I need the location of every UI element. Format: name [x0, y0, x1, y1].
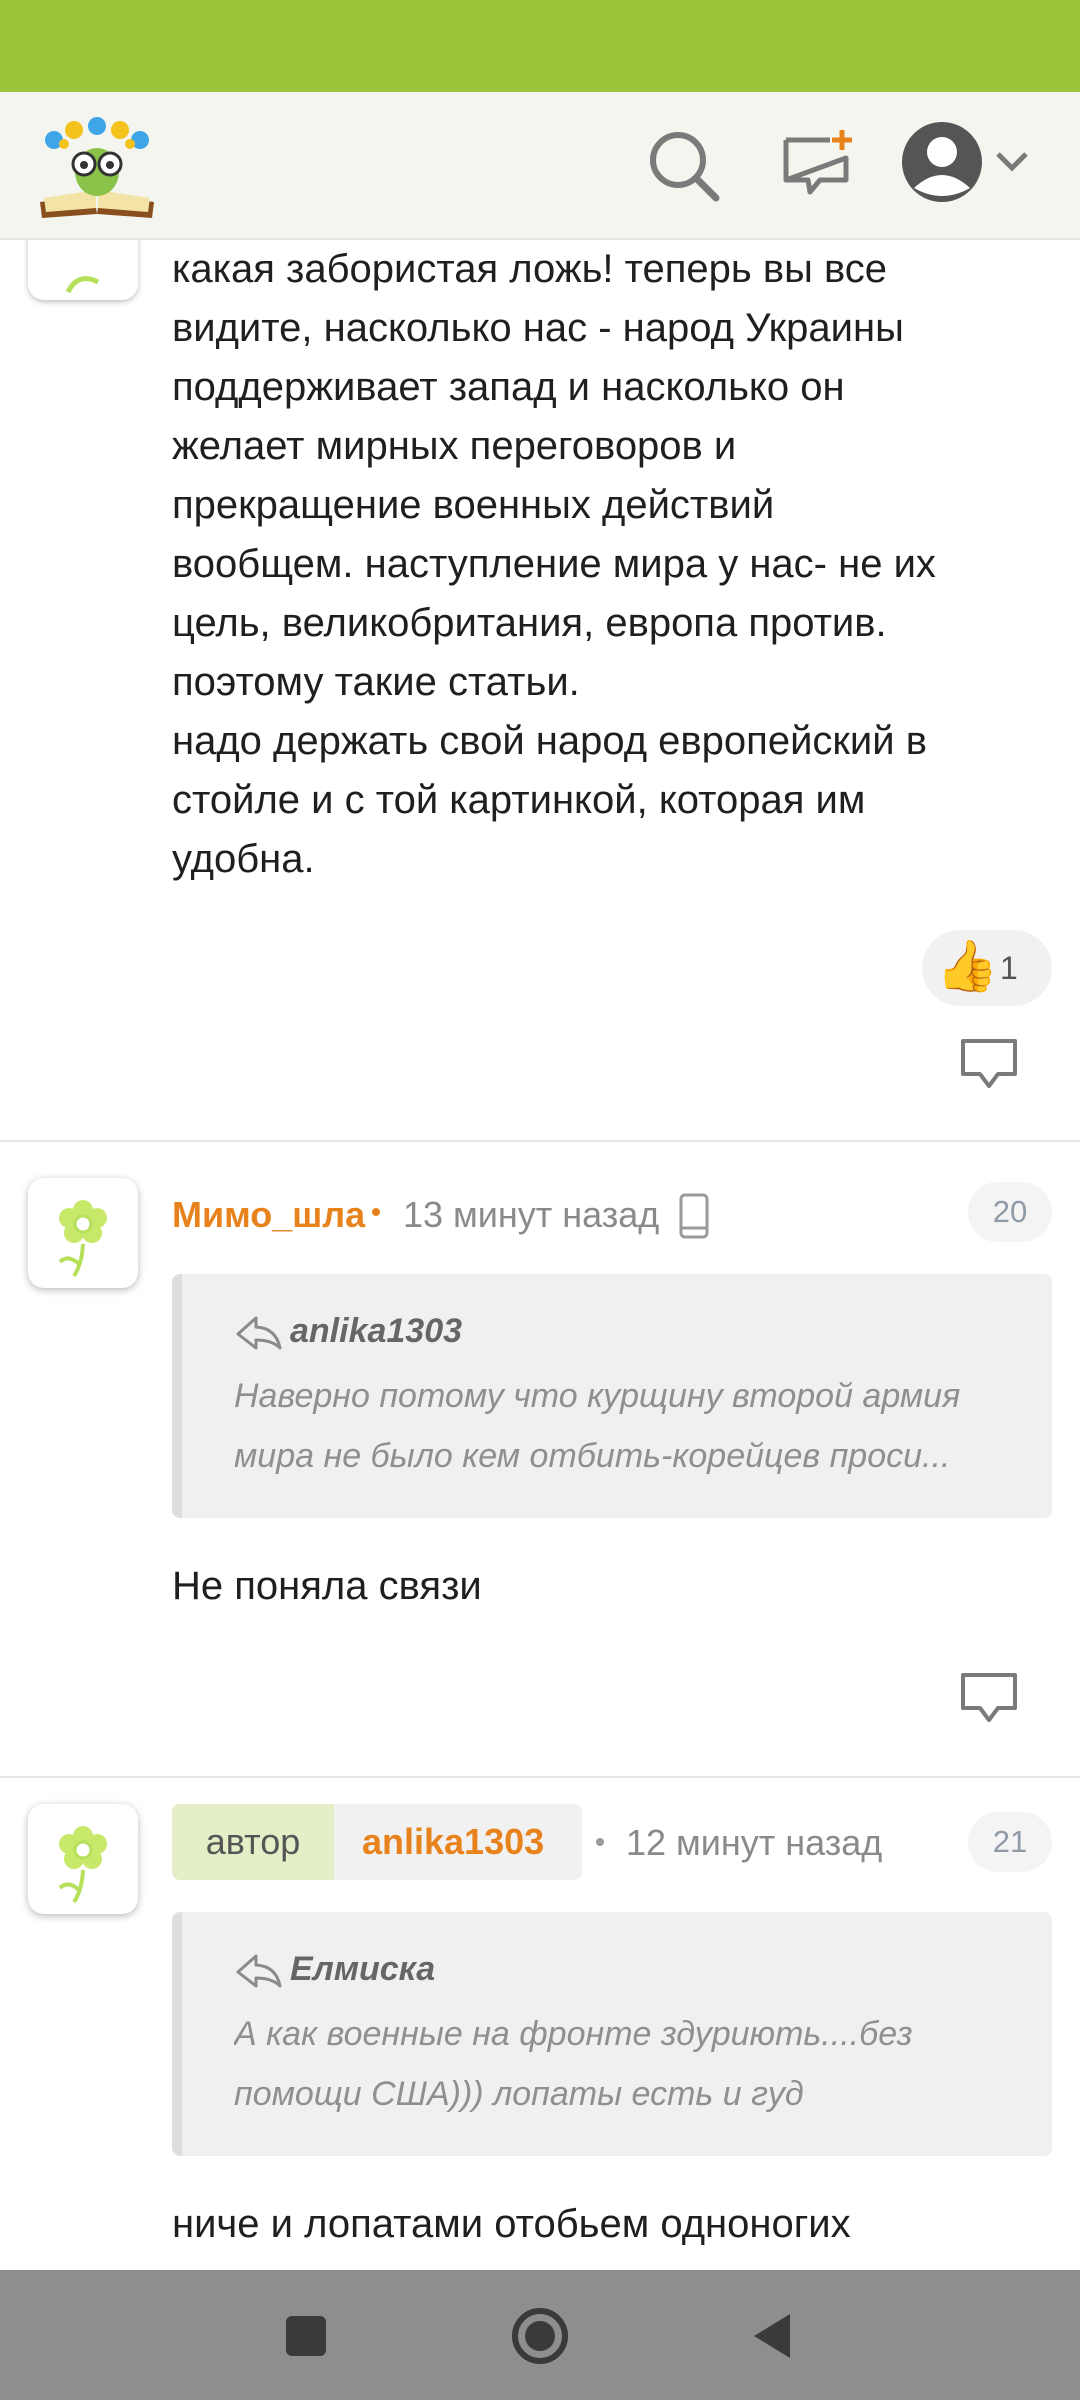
mobile-device-icon	[679, 1193, 709, 1239]
online-dot	[372, 1208, 380, 1216]
thumbs-up-icon[interactable]: 👍	[936, 934, 998, 998]
avatar[interactable]	[28, 240, 138, 300]
like-count: 1	[1000, 950, 1018, 986]
quoted-text: А как военные на фронте здуриють....без …	[234, 2015, 913, 2113]
comment-author-link[interactable]: anlika1303	[362, 1804, 544, 1880]
quoted-author: anlika1303	[290, 1312, 463, 1350]
divider	[0, 1140, 1080, 1142]
system-nav-bar	[0, 2270, 1080, 2400]
flower-avatar-icon	[58, 1200, 107, 1278]
app-header	[0, 92, 1080, 240]
quoted-comment[interactable]: anlika1303 Наверно потому что курщину вт…	[172, 1274, 1052, 1518]
flower-avatar-icon	[58, 1826, 107, 1904]
search-icon[interactable]	[644, 126, 724, 206]
back-icon[interactable]	[752, 2312, 792, 2360]
comments-feed: какая забористая ложь! теперь вы все вид…	[0, 240, 1080, 2270]
comment-time: 12 минут назад	[626, 1822, 883, 1863]
reply-arrow-icon	[236, 1954, 282, 1988]
author-badge[interactable]: автор anlika1303	[172, 1804, 582, 1880]
user-avatar-icon[interactable]	[900, 120, 984, 204]
divider	[0, 1776, 1080, 1778]
author-tag: автор	[172, 1804, 334, 1880]
chevron-down-icon[interactable]	[994, 148, 1030, 176]
reply-comment-icon[interactable]	[958, 1670, 1020, 1726]
comment-number-badge[interactable]: 21	[968, 1812, 1052, 1872]
quoted-comment[interactable]: Елмиска А как военные на фронте здуриють…	[172, 1912, 1052, 2156]
separator-dot	[596, 1838, 604, 1846]
comment-text: Не поняла связи	[172, 1564, 482, 1608]
status-bar	[0, 0, 1080, 92]
avatar[interactable]	[28, 1804, 138, 1914]
comment-text: какая забористая ложь! теперь вы все вид…	[172, 247, 936, 881]
comment-text: ниче и лопатами отобьем одноногих	[172, 2202, 851, 2246]
book-owl-logo-icon[interactable]	[34, 110, 160, 222]
recent-apps-icon[interactable]	[286, 2316, 326, 2356]
reply-arrow-icon	[236, 1316, 282, 1350]
quoted-text: Наверно потому что курщину второй армия …	[234, 1377, 961, 1475]
quoted-author: Елмиска	[290, 1950, 436, 1988]
new-message-icon[interactable]	[776, 126, 856, 206]
comment-number-badge[interactable]: 20	[968, 1182, 1052, 1242]
comment-time: 13 минут назад	[403, 1194, 660, 1235]
comment-author-link[interactable]: Мимо_шла	[172, 1194, 365, 1236]
avatar[interactable]	[28, 1178, 138, 1288]
reply-comment-icon[interactable]	[958, 1036, 1020, 1092]
home-icon[interactable]	[510, 2306, 570, 2366]
